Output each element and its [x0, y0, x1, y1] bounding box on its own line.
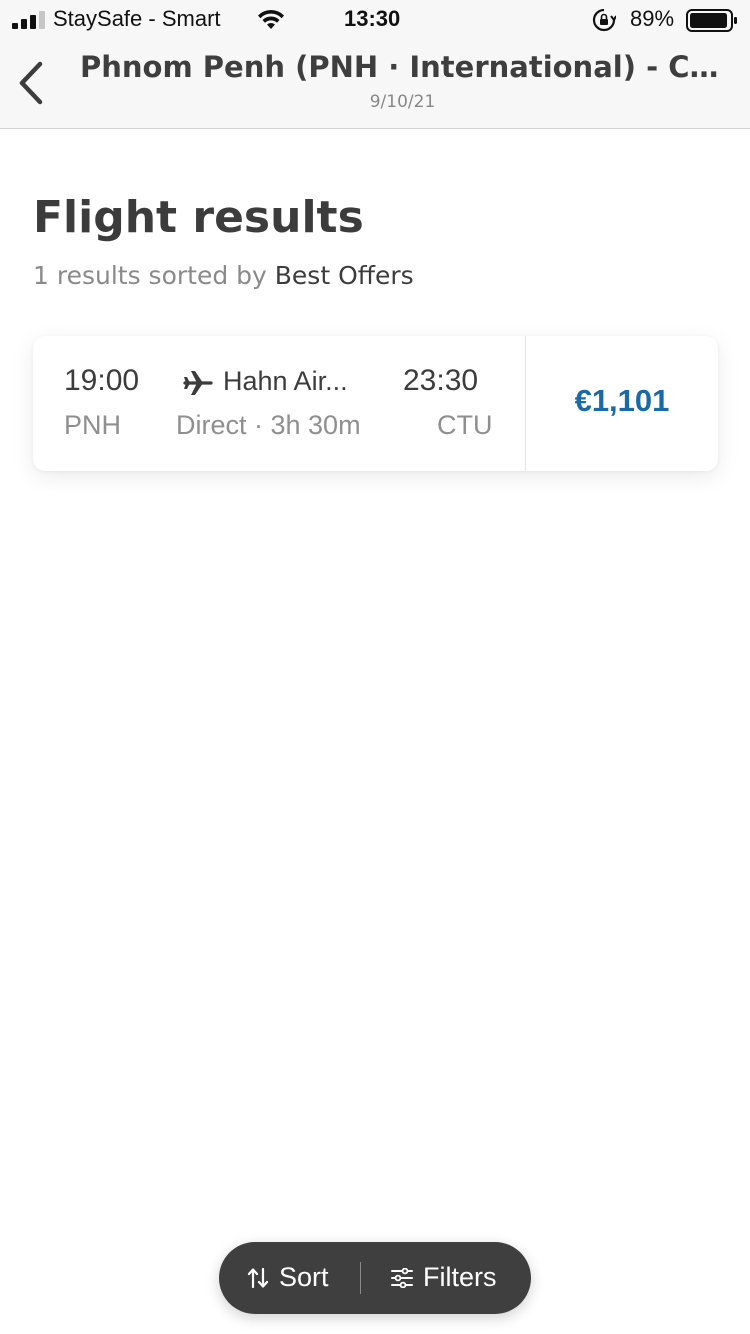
battery-icon — [686, 9, 737, 32]
flight-result-card[interactable]: 19:00 PNH Hahn Air... Direct · 3h 30m 23… — [33, 336, 718, 471]
signal-icon — [12, 11, 45, 29]
departure-time: 19:00 — [64, 364, 140, 397]
arrival-time: 23:30 — [403, 364, 479, 397]
orientation-lock-icon — [592, 8, 616, 32]
status-bar: StaySafe - Smart 13:30 89% — [0, 0, 750, 40]
nav-header: Phnom Penh (PNH · International) - Cheng… — [0, 40, 750, 129]
airline-name: Hahn Air... — [223, 366, 348, 396]
filters-icon — [391, 1268, 413, 1288]
sort-icon — [247, 1267, 269, 1289]
results-count-text: 1 results sorted by — [33, 261, 275, 290]
filters-label: Filters — [423, 1262, 497, 1292]
departure-airport: PNH — [64, 410, 122, 440]
sort-order-value: Best Offers — [274, 261, 414, 290]
carrier-name: StaySafe - Smart — [53, 6, 221, 31]
page-title: Flight results — [33, 192, 364, 243]
wifi-icon — [258, 9, 284, 29]
sort-filter-bar: Sort Filters — [219, 1242, 531, 1314]
status-time: 13:30 — [344, 6, 401, 31]
airplane-icon — [183, 371, 213, 395]
battery-percent: 89% — [630, 6, 675, 31]
results-summary: 1 results sorted by Best Offers — [33, 261, 414, 290]
arrival-airport: CTU — [437, 410, 493, 440]
flight-price: €1,101 — [574, 383, 670, 418]
route-title: Phnom Penh (PNH · International) - Cheng… — [80, 50, 730, 84]
sort-button[interactable]: Sort — [219, 1242, 359, 1314]
filters-button[interactable]: Filters — [361, 1242, 531, 1314]
sort-label: Sort — [279, 1262, 329, 1292]
route-date: 9/10/21 — [369, 92, 436, 112]
flight-duration: Direct · 3h 30m — [176, 410, 361, 440]
